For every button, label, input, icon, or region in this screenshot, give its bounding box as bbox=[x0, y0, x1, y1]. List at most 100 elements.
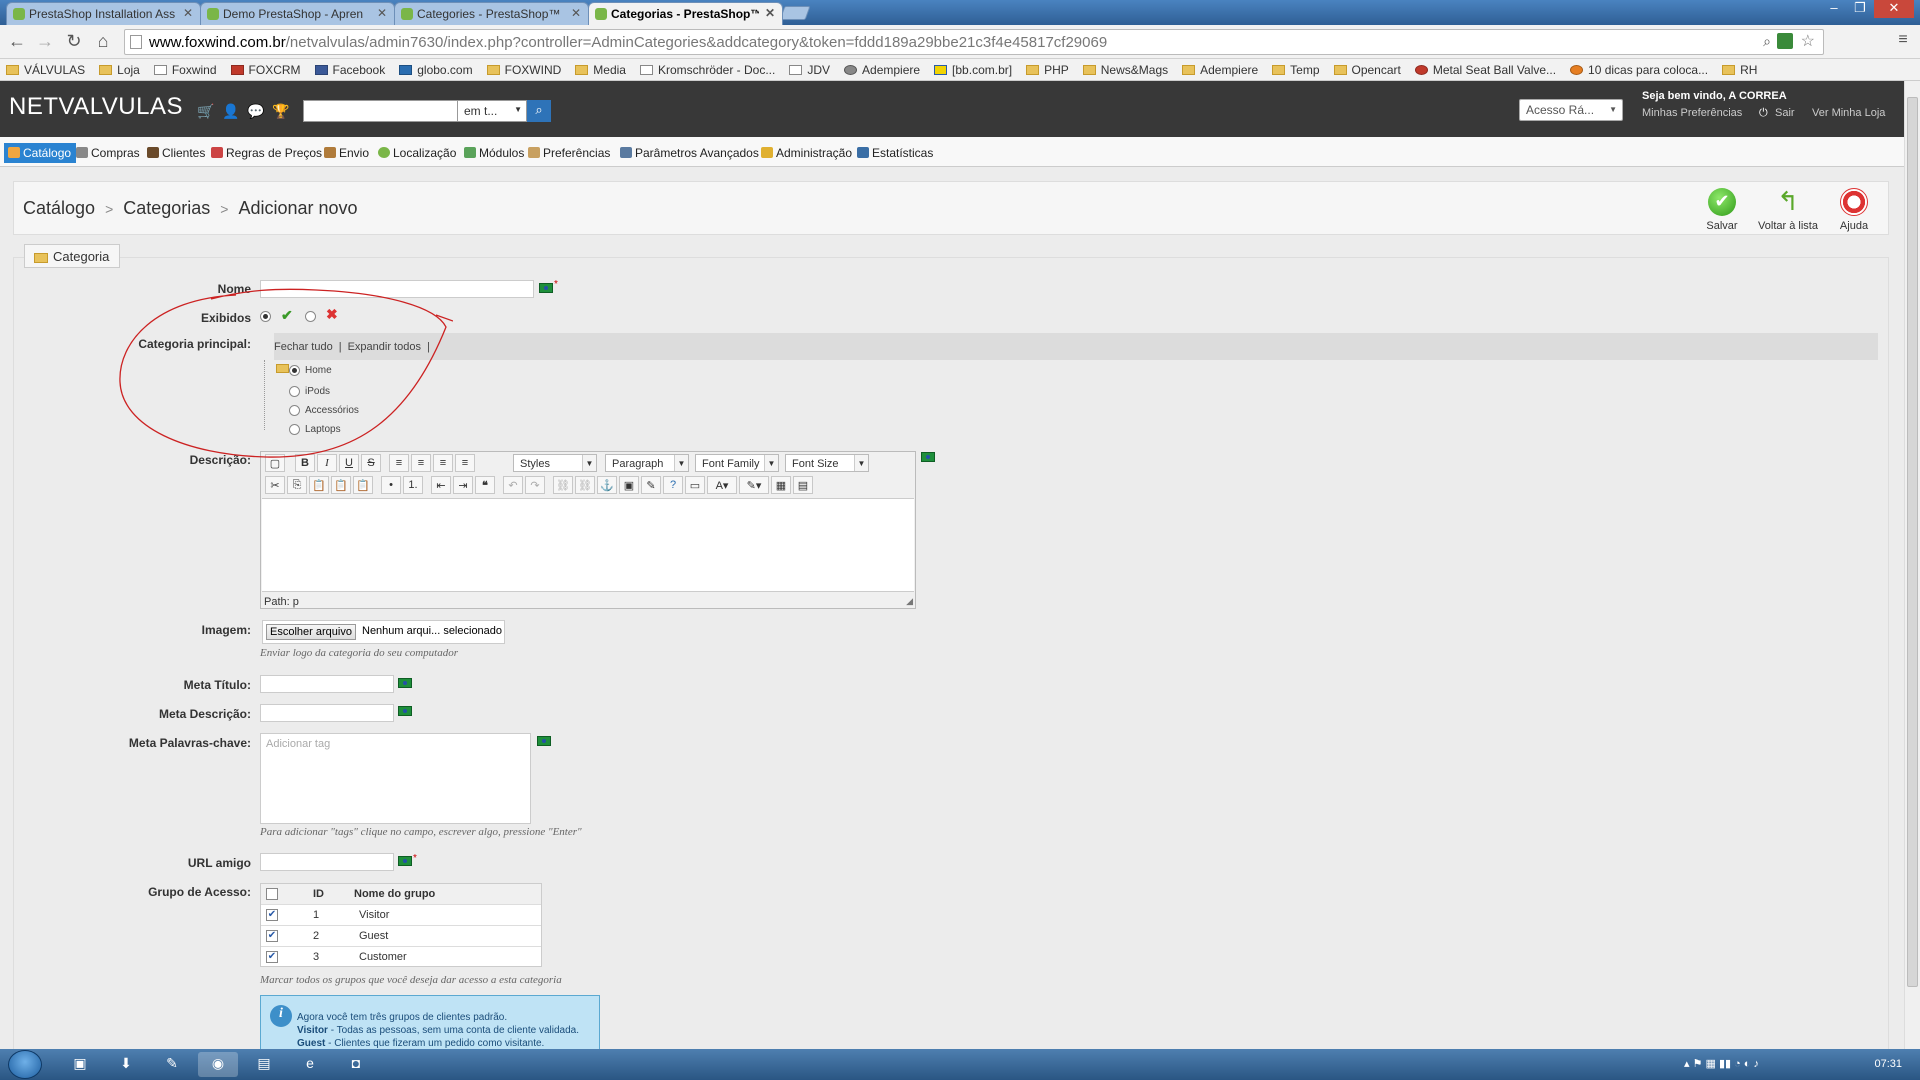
save-button[interactable]: ✔ Salvar bbox=[1690, 188, 1754, 232]
forward-icon[interactable]: → bbox=[34, 31, 56, 52]
browser-tab-2[interactable]: Demo PrestaShop - Apren ✕ bbox=[200, 2, 395, 25]
admin-search-input[interactable] bbox=[303, 100, 458, 122]
minimize-icon[interactable]: – bbox=[1822, 0, 1846, 18]
view-store-link[interactable]: Ver Minha Loja bbox=[1812, 107, 1885, 119]
bookmark-item[interactable]: VÁLVULAS bbox=[6, 63, 93, 77]
quick-access-select[interactable]: Acesso Rá... ▼ bbox=[1519, 99, 1623, 121]
bookmark-item[interactable]: [bb.com.br] bbox=[934, 63, 1020, 77]
taskbar-app-icon[interactable]: ✎ bbox=[152, 1052, 192, 1077]
menu-advanced-parameters[interactable]: Parâmetros Avançados bbox=[616, 143, 764, 163]
copy-icon[interactable]: ⎘ bbox=[287, 476, 307, 494]
font-family-select[interactable]: Font Family ▼ bbox=[695, 454, 779, 472]
browser-tab-3[interactable]: Categories - PrestaShop™ ✕ bbox=[394, 2, 589, 25]
search-button[interactable]: ⌕ bbox=[527, 100, 551, 122]
menu-administration[interactable]: Administração bbox=[757, 143, 857, 163]
menu-preferences[interactable]: Preferências bbox=[524, 143, 615, 163]
language-flag-icon[interactable] bbox=[537, 736, 551, 746]
new-tab-button[interactable] bbox=[779, 6, 811, 20]
paste-text-icon[interactable]: 📋 bbox=[331, 476, 351, 494]
paste-icon[interactable]: 📋 bbox=[309, 476, 329, 494]
messages-icon[interactable]: 💬 bbox=[247, 103, 264, 120]
choose-file-button[interactable]: Escolher arquivo bbox=[266, 624, 356, 640]
paragraph-format-select[interactable]: Paragraph ▼ bbox=[605, 454, 689, 472]
explorer-taskbar-icon[interactable]: ▤ bbox=[244, 1052, 284, 1077]
anchor-icon[interactable]: ⚓ bbox=[597, 476, 617, 494]
breadcrumb-catalog[interactable]: Catálogo bbox=[23, 198, 95, 218]
bookmark-item[interactable]: Temp bbox=[1272, 63, 1327, 77]
logout-link[interactable]: Sair bbox=[1775, 107, 1795, 119]
menu-catalog[interactable]: Catálogo bbox=[4, 143, 77, 163]
language-flag-icon[interactable] bbox=[539, 283, 553, 293]
link-icon[interactable]: ⛓ bbox=[553, 476, 573, 494]
my-preferences-link[interactable]: Minhas Preferências bbox=[1642, 107, 1742, 119]
blockquote-icon[interactable]: ❝ bbox=[475, 476, 495, 494]
group-checkbox[interactable]: ✔ bbox=[266, 930, 278, 942]
reload-icon[interactable]: ↻ bbox=[63, 31, 85, 52]
help-icon[interactable]: ? bbox=[663, 476, 683, 494]
start-button[interactable] bbox=[8, 1050, 42, 1079]
table-icon[interactable]: ▦ bbox=[771, 476, 791, 494]
resize-handle-icon[interactable]: ◢ bbox=[906, 596, 913, 607]
meta-keywords-tags-input[interactable]: Adicionar tag bbox=[260, 733, 531, 824]
styles-select[interactable]: Styles ▼ bbox=[513, 454, 597, 472]
bullet-list-icon[interactable]: • bbox=[381, 476, 401, 494]
ie-taskbar-icon[interactable]: e bbox=[290, 1052, 330, 1077]
bookmark-item[interactable]: News&Mags bbox=[1082, 63, 1176, 77]
taskbar-app-icon[interactable]: ◘ bbox=[336, 1052, 376, 1077]
menu-orders[interactable]: Compras bbox=[72, 143, 145, 163]
close-tab-icon[interactable]: ✕ bbox=[183, 6, 193, 20]
shop-logo[interactable]: NETVALVULAS bbox=[9, 93, 183, 121]
language-flag-icon[interactable] bbox=[398, 856, 412, 866]
bookmark-item[interactable]: Kromschröder - Doc... bbox=[639, 63, 783, 77]
bookmark-item[interactable]: RH bbox=[1722, 63, 1765, 77]
indent-icon[interactable]: ⇥ bbox=[453, 476, 473, 494]
meta-description-input[interactable] bbox=[260, 704, 394, 722]
friendly-url-input[interactable] bbox=[260, 853, 394, 871]
bookmark-item[interactable]: JDV bbox=[789, 63, 838, 77]
close-tab-icon[interactable]: ✕ bbox=[765, 6, 775, 20]
extension-icon[interactable] bbox=[1777, 33, 1793, 49]
trophy-icon[interactable]: 🏆 bbox=[272, 103, 289, 120]
tray-icons[interactable]: ▴ ⚑ ▦ ▮▮ ◔ ◐ ♪ bbox=[1684, 1057, 1759, 1070]
media-icon[interactable]: ▤ bbox=[793, 476, 813, 494]
menu-statistics[interactable]: Estatísticas bbox=[853, 143, 938, 163]
bookmark-item[interactable]: Foxwind bbox=[153, 63, 225, 77]
bookmark-item[interactable]: Facebook bbox=[314, 63, 394, 77]
system-clock[interactable]: 07:31 bbox=[1874, 1058, 1902, 1070]
chrome-taskbar-icon[interactable]: ◉ bbox=[198, 1052, 238, 1077]
cut-icon[interactable]: ✂ bbox=[265, 476, 285, 494]
unlink-icon[interactable]: ⛓ bbox=[575, 476, 595, 494]
back-to-list-button[interactable]: ↰ Voltar à lista bbox=[1756, 188, 1820, 232]
close-tab-icon[interactable]: ✕ bbox=[377, 6, 387, 20]
numbered-list-icon[interactable]: 1. bbox=[403, 476, 423, 494]
menu-customers[interactable]: Clientes bbox=[143, 143, 210, 163]
search-icon[interactable]: ⌕ bbox=[1763, 33, 1771, 50]
bookmark-item[interactable]: FOXWIND bbox=[486, 63, 570, 77]
undo-icon[interactable]: ↶ bbox=[503, 476, 523, 494]
search-scope-select[interactable]: em t... ▼ bbox=[457, 100, 527, 122]
breadcrumb-categories[interactable]: Categorias bbox=[123, 198, 210, 218]
menu-shipping[interactable]: Envio bbox=[320, 143, 374, 163]
description-editor-area[interactable] bbox=[262, 498, 914, 592]
bookmark-item[interactable]: Opencart bbox=[1333, 63, 1409, 77]
group-checkbox[interactable]: ✔ bbox=[266, 951, 278, 963]
page-scrollbar[interactable] bbox=[1904, 81, 1920, 1049]
bookmark-item[interactable]: Adempiere bbox=[844, 63, 928, 77]
cart-icon[interactable]: 🛒 bbox=[197, 103, 214, 120]
browser-tab-1[interactable]: PrestaShop Installation Ass ✕ bbox=[6, 2, 201, 25]
bookmark-item[interactable]: Loja bbox=[99, 63, 148, 77]
menu-modules[interactable]: Módulos bbox=[460, 143, 529, 163]
menu-localization[interactable]: Localização bbox=[374, 143, 461, 163]
language-flag-icon[interactable] bbox=[921, 452, 935, 462]
text-color-icon[interactable]: A▾ bbox=[707, 476, 737, 494]
cleanup-icon[interactable]: ✎ bbox=[641, 476, 661, 494]
language-flag-icon[interactable] bbox=[398, 706, 412, 716]
bookmark-item[interactable]: FOXCRM bbox=[230, 63, 309, 77]
font-size-select[interactable]: Font Size ▼ bbox=[785, 454, 869, 472]
home-icon[interactable]: ⌂ bbox=[92, 31, 114, 52]
maximize-icon[interactable]: ❐ bbox=[1848, 0, 1872, 18]
close-tab-icon[interactable]: ✕ bbox=[571, 6, 581, 20]
bookmark-item[interactable]: globo.com bbox=[399, 63, 480, 77]
menu-icon[interactable]: ≡ bbox=[1892, 31, 1914, 49]
outdent-icon[interactable]: ⇤ bbox=[431, 476, 451, 494]
